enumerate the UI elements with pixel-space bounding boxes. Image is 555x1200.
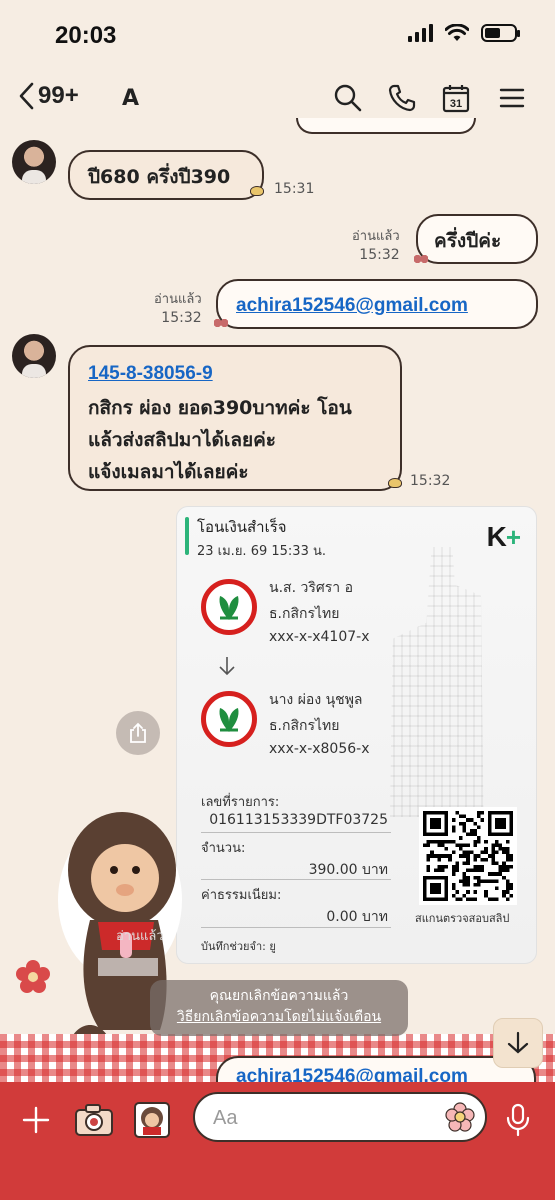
contact-avatar[interactable] xyxy=(12,140,56,184)
flower-decoration xyxy=(16,960,50,993)
message-meta: 15:31 xyxy=(274,180,314,199)
add-button[interactable] xyxy=(16,1100,56,1140)
bubble-decoration xyxy=(214,318,228,328)
chevron-left-icon xyxy=(19,82,34,110)
amount-label: จำนวน: xyxy=(201,841,246,856)
search-icon[interactable] xyxy=(332,82,364,114)
recipient-bank: ธ.กสิกรไทย xyxy=(269,718,340,734)
contact-avatar[interactable] xyxy=(12,334,56,378)
message-bubble[interactable]: 145-8-38056-9 กสิกร ผ่อง ยอด390บาทค่ะ โอ… xyxy=(68,345,402,491)
chat-title: A xyxy=(122,86,140,111)
voice-button[interactable] xyxy=(498,1100,538,1140)
message-time: 15:32 xyxy=(161,309,202,326)
camera-button[interactable] xyxy=(74,1100,114,1140)
scroll-to-bottom-button[interactable] xyxy=(493,1018,543,1068)
bubble-decoration xyxy=(388,478,402,488)
message-text: ปี680 ครึ่งปี390 xyxy=(88,166,231,188)
message-meta: อ่านแล้ว 15:32 xyxy=(154,291,202,327)
previous-bubble-edge xyxy=(296,118,476,134)
sender-bank: ธ.กสิกรไทย xyxy=(269,606,340,622)
arrow-down-icon xyxy=(507,1031,529,1054)
menu-icon[interactable] xyxy=(496,82,528,114)
status-icons xyxy=(408,24,520,42)
svg-text:31: 31 xyxy=(450,98,462,110)
calendar-icon[interactable]: 31 xyxy=(440,82,472,114)
camera-icon xyxy=(75,1104,113,1136)
battery-icon xyxy=(481,24,520,42)
slip-date: 23 เม.ย. 69 15:33 น. xyxy=(197,544,326,559)
amount-value: 390.00 บาท xyxy=(308,862,388,878)
divider xyxy=(201,832,391,833)
plus-icon xyxy=(22,1106,50,1134)
message-input[interactable] xyxy=(213,1104,433,1132)
recipient-account: xxx-x-x8056-x xyxy=(269,741,370,757)
arrow-down-icon xyxy=(219,657,235,676)
email-link[interactable]: achira152546@gmail.com xyxy=(236,291,468,321)
unread-count: 99+ xyxy=(38,82,79,109)
unsend-notice-text: คุณยกเลิกข้อความแล้ว xyxy=(209,988,349,1004)
message-text: กสิกร ผ่อง ยอด390บาทค่ะ โอน xyxy=(88,397,352,419)
wifi-icon xyxy=(445,24,469,41)
kbank-logo xyxy=(201,579,257,635)
message-input-bar xyxy=(0,1082,555,1200)
message-meta: 15:32 xyxy=(410,472,450,491)
slip-title: โอนเงินสำเร็จ xyxy=(197,518,287,536)
bubble-decoration xyxy=(250,186,264,196)
slip-accent-bar xyxy=(185,517,189,555)
fee-label: ค่าธรรมเนียม: xyxy=(201,888,282,903)
read-receipt: อ่านแล้ว xyxy=(352,229,400,244)
kbank-logo xyxy=(201,691,257,747)
sender-name: น.ส. วริศรา อ xyxy=(269,580,353,596)
emoji-flower-icon[interactable] xyxy=(445,1102,475,1132)
transfer-slip-image[interactable]: โอนเงินสำเร็จ 23 เม.ย. 69 15:33 น. K+ น.… xyxy=(176,506,537,964)
sender-account: xxx-x-x4107-x xyxy=(269,629,370,645)
share-button[interactable] xyxy=(116,711,160,755)
message-bubble[interactable]: ครึ่งปีค่ะ xyxy=(416,214,538,264)
unsend-notice: คุณยกเลิกข้อความแล้ว วิธียกเลิกข้อความโด… xyxy=(150,980,408,1036)
unsend-help-link[interactable]: วิธียกเลิกข้อความโดยไม่แจ้งเตือน xyxy=(150,1007,408,1028)
slip-memo: บันทึกช่วยจำ: ยู xyxy=(201,940,276,953)
reference-label: เลขที่รายการ: xyxy=(201,795,280,810)
message-time: 15:31 xyxy=(274,181,315,197)
account-number-link[interactable]: 145-8-38056-9 xyxy=(88,359,213,389)
message-text: แล้วส่งสลิปมาได้เลยค่ะ xyxy=(88,429,277,451)
bubble-decoration xyxy=(414,254,428,264)
fee-value: 0.00 บาท xyxy=(326,909,388,925)
cellular-signal-icon xyxy=(408,24,433,42)
qr-code[interactable] xyxy=(419,807,517,905)
message-input-container xyxy=(193,1092,487,1142)
share-icon xyxy=(130,722,146,743)
message-meta: อ่านแล้ว 15:32 xyxy=(352,228,400,264)
reference-value: 016113153339DTF03725 xyxy=(209,812,388,828)
phone-icon[interactable] xyxy=(386,82,418,114)
message-time: 15:32 xyxy=(410,473,451,489)
read-receipt: อ่านแล้ว xyxy=(154,292,202,307)
kplus-logo: K+ xyxy=(486,521,521,552)
message-text: ครึ่งปีค่ะ xyxy=(434,230,502,252)
microphone-icon xyxy=(506,1103,530,1137)
divider xyxy=(201,879,391,880)
sticker-button[interactable] xyxy=(132,1100,172,1140)
back-button[interactable]: 99+ xyxy=(18,82,79,110)
message-text: แจ้งเมลมาได้เลยค่ะ xyxy=(88,461,249,483)
message-bubble[interactable]: ปี680 ครึ่งปี390 xyxy=(68,150,264,200)
qr-caption: สแกนตรวจสอบสลิป xyxy=(415,912,510,925)
message-time: 15:32 xyxy=(359,246,400,263)
divider xyxy=(201,927,391,928)
status-time: 20:03 xyxy=(55,22,117,49)
message-bubble[interactable]: achira152546@gmail.com xyxy=(216,279,538,329)
recipient-name: นาง ผ่อง นุชพูล xyxy=(269,692,363,708)
sticker-icon xyxy=(134,1102,170,1138)
read-receipt: อ่านแล้ว xyxy=(116,929,164,944)
building-watermark xyxy=(390,547,484,817)
status-bar: 20:03 xyxy=(0,0,555,70)
